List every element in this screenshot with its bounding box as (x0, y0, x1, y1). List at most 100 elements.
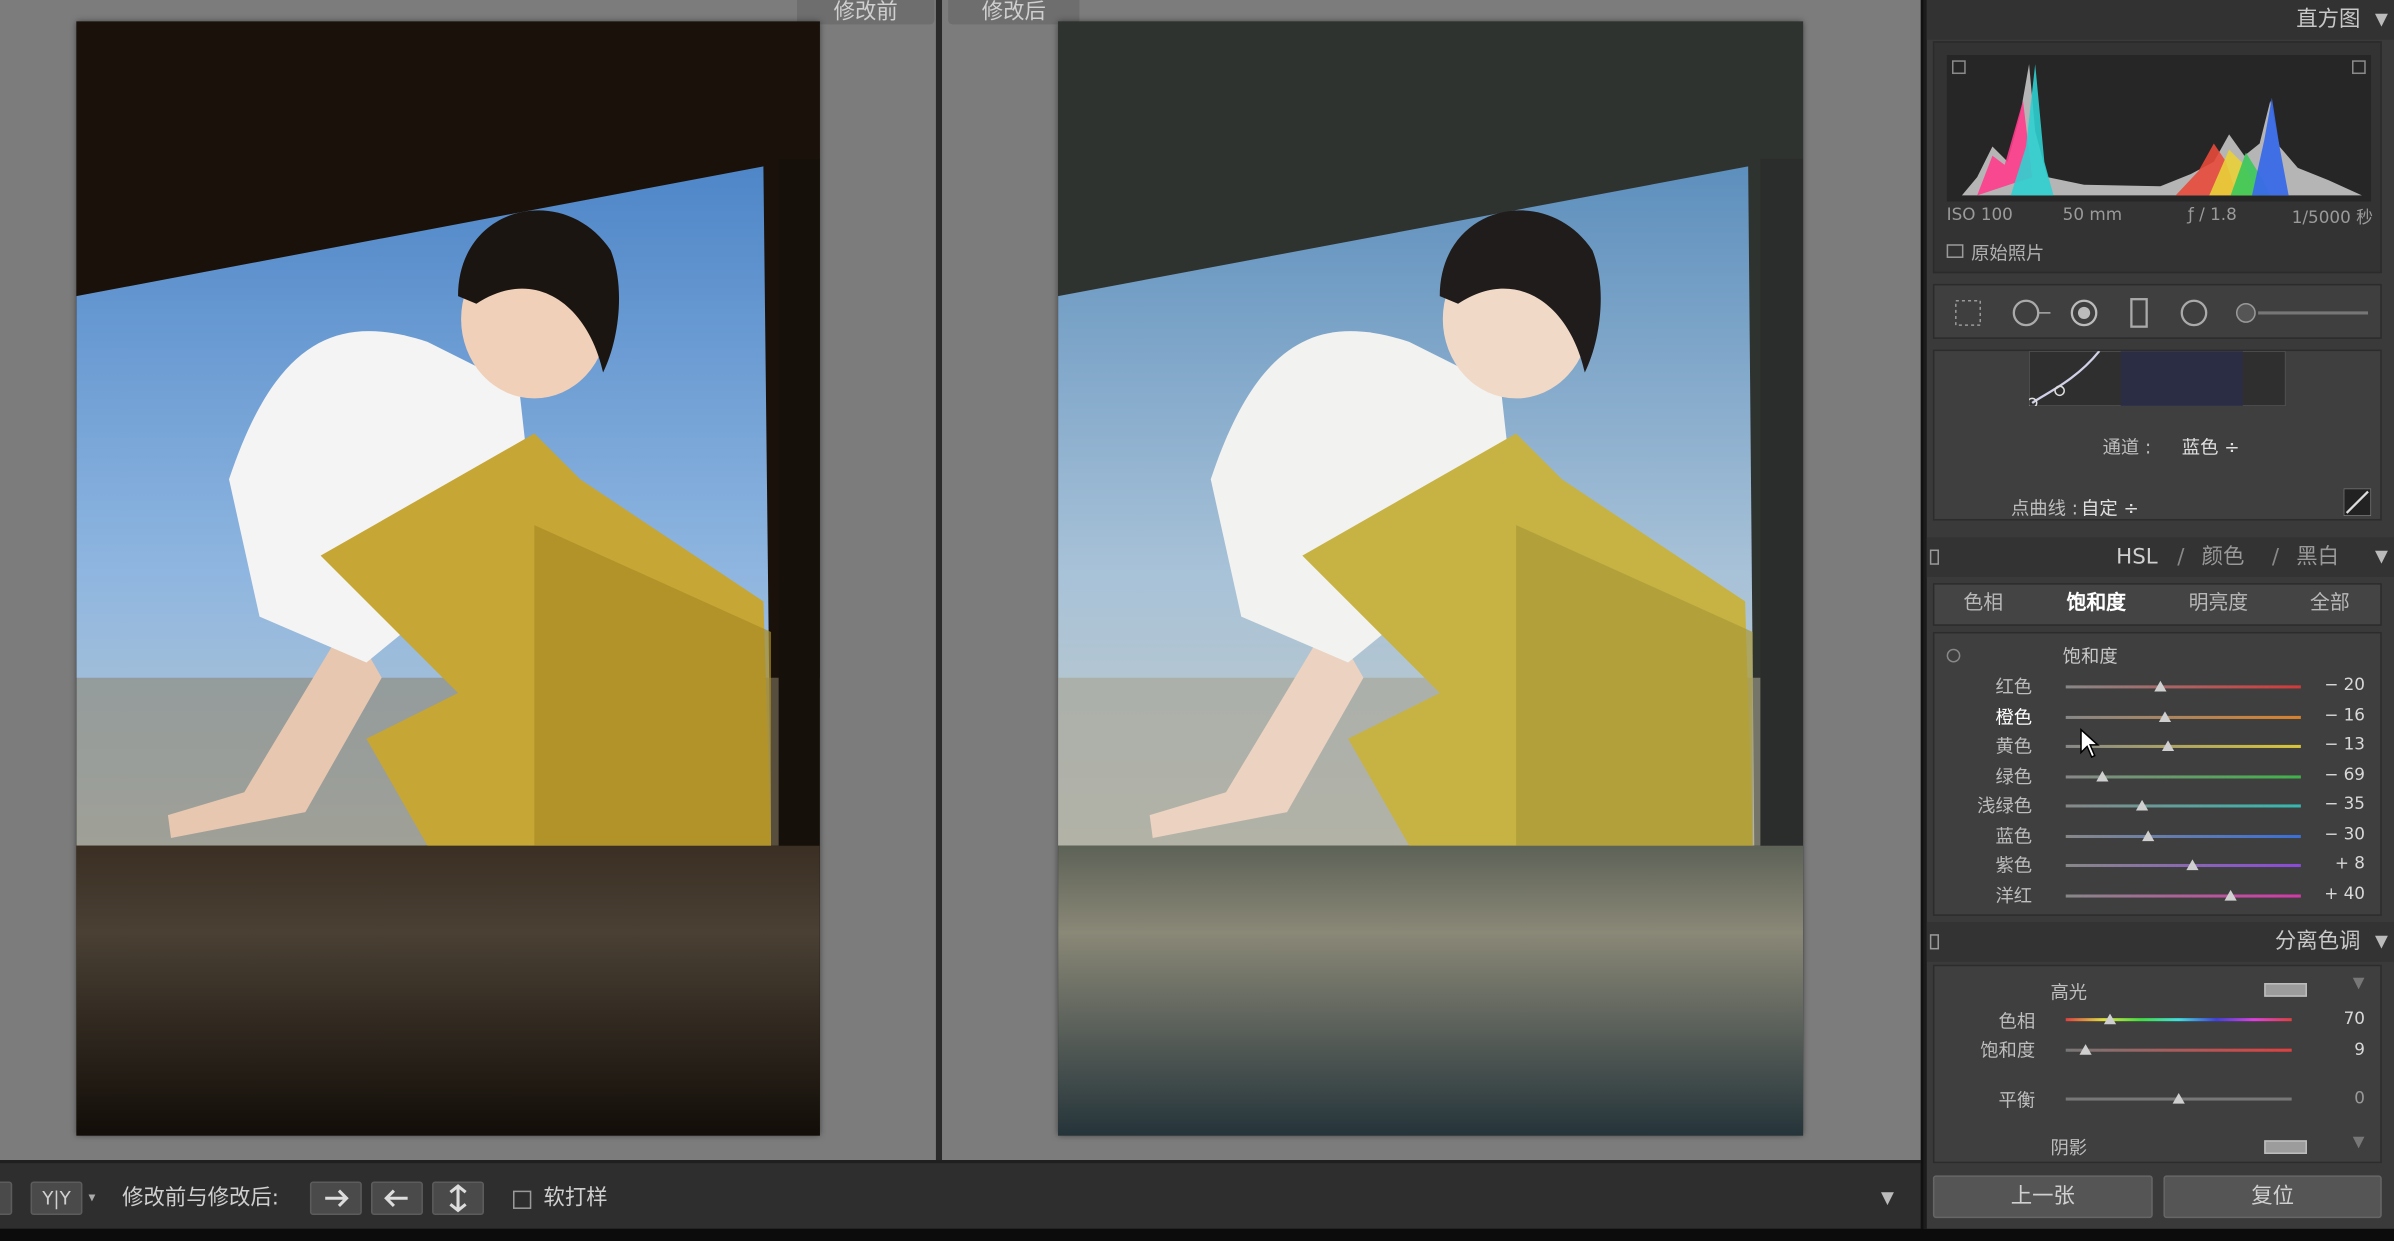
hsl-header[interactable]: HSL / 颜色 / 黑白 ▼ (1926, 537, 2394, 577)
hsl-slider-thumb[interactable] (2141, 829, 2155, 841)
tab-saturation[interactable]: 饱和度 (2041, 585, 2151, 625)
hue-value[interactable]: 70 (2286, 1009, 2365, 1029)
filmstrip-edge (0, 1228, 2394, 1241)
crop-overlay-icon[interactable] (1953, 298, 1984, 329)
hsl-slider-track[interactable] (2065, 744, 2301, 748)
hsl-slider-track[interactable] (2065, 863, 2301, 868)
hsl-slider-value[interactable]: − 30 (2279, 824, 2365, 844)
highlights-color-swatch[interactable] (2264, 983, 2307, 997)
hsl-slider-value[interactable]: − 13 (2279, 734, 2365, 754)
compare-label: 修改前与修改后: (122, 1186, 279, 1211)
hue-slider-thumb[interactable] (2103, 1013, 2116, 1025)
tool-strip (1932, 283, 2382, 339)
split-toning-header[interactable]: 分离色调 ▼ (1926, 921, 2394, 962)
hsl-slider-thumb[interactable] (2224, 889, 2237, 900)
split-collapse-icon[interactable]: ▼ (2375, 922, 2388, 962)
highlights-dropdown-icon[interactable]: ▼ (2353, 975, 2365, 992)
mouse-cursor-icon (2080, 728, 2100, 759)
before-photo[interactable] (76, 21, 820, 1136)
loupe-view-button[interactable] (0, 1181, 13, 1216)
collapse-icon[interactable]: ▼ (2375, 0, 2388, 40)
red-eye-icon[interactable] (2069, 298, 2100, 329)
color-title[interactable]: 颜色 (2202, 537, 2245, 577)
shadows-dropdown-icon[interactable]: ▼ (2353, 1134, 2365, 1151)
hsl-slider-thumb[interactable] (2153, 680, 2166, 692)
tab-luminance[interactable]: 明亮度 (2163, 585, 2273, 625)
original-photo-label: 原始照片 (1971, 242, 2045, 265)
balance-slider-thumb[interactable] (2172, 1092, 2185, 1104)
hsl-slider-thumb[interactable] (2186, 859, 2199, 871)
copy-before-to-after-button[interactable] (309, 1181, 362, 1216)
split-saturation-slider[interactable] (2065, 1048, 2292, 1052)
hsl-slider-label: 洋红 (1995, 884, 2033, 906)
reset-button[interactable]: 复位 (2163, 1175, 2382, 1219)
hsl-slider-thumb[interactable] (2161, 740, 2175, 752)
previous-button[interactable]: 上一张 (1932, 1175, 2153, 1219)
panel-switch-icon[interactable] (1929, 549, 1940, 565)
arrow-right-icon (325, 1189, 349, 1207)
hsl-slider-value[interactable]: − 16 (2279, 704, 2365, 724)
graduated-filter-icon[interactable] (2124, 298, 2155, 329)
hsl-slider-value[interactable]: − 20 (2279, 675, 2365, 695)
tab-hue[interactable]: 色相 (1934, 585, 2032, 625)
hue-slider[interactable] (2065, 1018, 2292, 1022)
histogram-header[interactable]: 直方图 ▼ (1926, 0, 2394, 40)
shadows-color-swatch[interactable] (2264, 1140, 2307, 1154)
view-mode-dropdown-icon[interactable]: ▾ (89, 1181, 104, 1215)
tone-curve-graph[interactable] (2029, 351, 2286, 407)
channel-select[interactable]: 蓝色 ÷ (2182, 434, 2240, 460)
lightroom-develop-window: 修改前 修改后 Y|Y ▾ 修改前与修改后: 软打样 ▼ 直方图 ▼ ISO 1… (0, 0, 2394, 1241)
tab-all[interactable]: 全部 (2279, 585, 2380, 625)
compare-divider (935, 0, 943, 1161)
split-panel-switch-icon[interactable] (1929, 934, 1940, 950)
soft-proof-label: 软打样 (543, 1186, 608, 1211)
curve-edit-icon[interactable] (2343, 488, 2372, 516)
swap-button[interactable] (432, 1181, 484, 1216)
hsl-slider-track[interactable] (2065, 804, 2301, 808)
toolbar-menu-icon[interactable]: ▼ (1881, 1181, 1902, 1215)
point-curve-select[interactable]: 自定 ÷ (2081, 495, 2139, 521)
hsl-slider-track[interactable] (2065, 685, 2301, 689)
hsl-separator: / (2177, 544, 2185, 570)
hsl-slider-thumb[interactable] (2136, 799, 2149, 811)
hsl-slider-label: 蓝色 (1995, 825, 2033, 847)
hsl-slider-label: 浅绿色 (1977, 795, 2033, 817)
compare-toolbar: Y|Y ▾ 修改前与修改后: 软打样 ▼ (0, 1160, 1921, 1229)
adjustment-brush-icon[interactable] (2234, 298, 2371, 329)
hsl-slider-value[interactable]: + 8 (2279, 853, 2365, 873)
after-photo[interactable] (1058, 21, 1804, 1136)
radial-filter-icon[interactable] (2179, 298, 2210, 329)
after-photo-image (1058, 21, 1804, 1136)
view-mode-button[interactable]: Y|Y (30, 1181, 83, 1216)
balance-value[interactable]: 0 (2286, 1088, 2365, 1108)
soft-proof-checkbox[interactable] (512, 1190, 532, 1209)
hsl-slider-thumb[interactable] (2096, 770, 2109, 781)
hsl-slider-label: 绿色 (1995, 765, 2033, 787)
hsl-slider-thumb[interactable] (2158, 710, 2171, 722)
histogram-title: 直方图 (2296, 7, 2361, 33)
hsl-slider-value[interactable]: − 69 (2279, 764, 2365, 784)
hsl-slider-value[interactable]: − 35 (2279, 794, 2365, 814)
hsl-title[interactable]: HSL (2116, 537, 2158, 577)
original-photo-checkbox[interactable] (1946, 244, 1964, 258)
hsl-slider-track[interactable] (2065, 834, 2301, 838)
focal-length: 50 mm (2062, 204, 2123, 225)
hsl-slider-value[interactable]: + 40 (2279, 883, 2365, 903)
hsl-slider-track[interactable] (2065, 715, 2301, 719)
shutter-speed: 1/5000 秒 (2291, 207, 2373, 228)
target-adjust-icon[interactable] (1946, 648, 1961, 663)
bw-title[interactable]: 黑白 (2296, 537, 2339, 577)
split-saturation-slider-thumb[interactable] (2079, 1044, 2093, 1055)
spot-removal-icon[interactable] (2011, 298, 2054, 329)
compare-view: 修改前 修改后 (0, 0, 1921, 1161)
hsl-saturation-panel: 饱和度 红色 − 20 橙色 − 16 黄色 − 13 绿色 − 69 浅绿色 − 35 蓝色 − 3… (1932, 631, 2382, 916)
hsl-slider-label: 橙色 (1995, 705, 2033, 728)
split-toning-title: 分离色调 (2274, 929, 2361, 955)
copy-after-to-before-button[interactable] (371, 1181, 423, 1216)
hsl-slider-track[interactable] (2065, 893, 2301, 897)
hsl-collapse-icon[interactable]: ▼ (2375, 537, 2388, 577)
split-saturation-value[interactable]: 9 (2286, 1040, 2365, 1060)
channel-label: 通道 : (2102, 436, 2152, 458)
split-saturation-label: 饱和度 (1980, 1039, 2036, 1061)
hsl-tabs: 色相 饱和度 明亮度 全部 (1932, 583, 2382, 626)
